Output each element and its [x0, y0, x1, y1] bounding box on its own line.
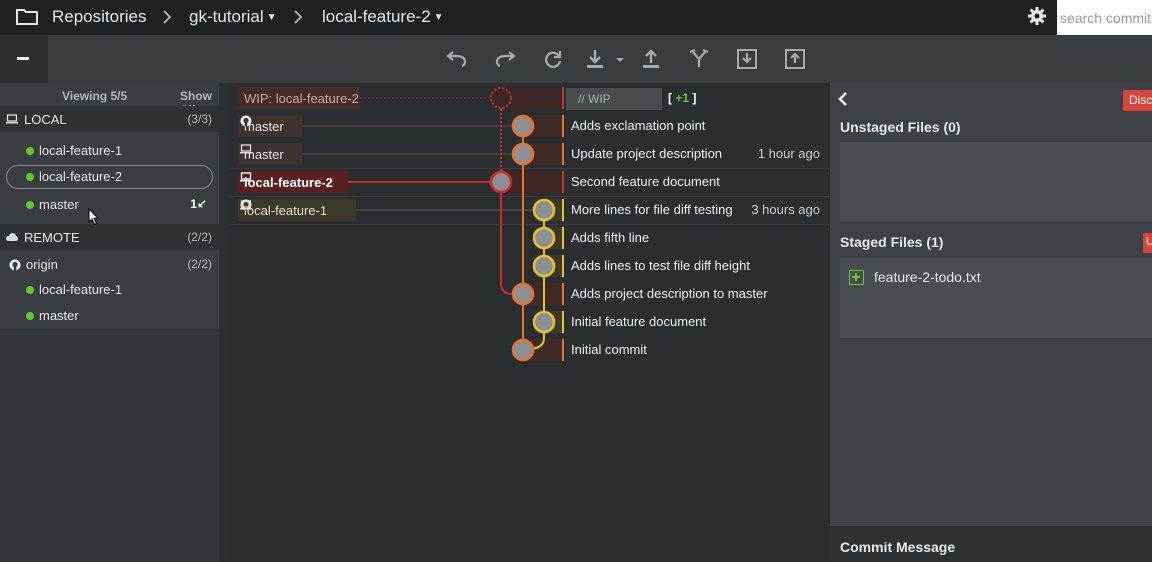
refresh-icon[interactable] — [540, 47, 566, 71]
search-input[interactable] — [1057, 0, 1152, 35]
commit-message[interactable]: Adds exclamation point — [571, 118, 705, 133]
push-icon[interactable] — [638, 47, 664, 71]
laptop-icon — [6, 114, 18, 124]
local-count: (3/3) — [187, 112, 212, 126]
breadcrumb-repositories[interactable]: Repositories — [52, 7, 147, 27]
pull-icon[interactable] — [583, 47, 627, 71]
ref-master-local[interactable]: master — [240, 143, 284, 165]
ref-local-feature-1[interactable]: local-feature-1 — [240, 199, 327, 221]
unstaged-files-heading: Unstaged Files (0) — [840, 119, 961, 135]
breadcrumb-repo[interactable]: gk-tutorial ▼ — [189, 7, 277, 27]
undo-icon[interactable] — [444, 47, 470, 71]
left-panel: Viewing 5/5 Show All LOCAL (3/3) local-f… — [0, 83, 230, 562]
commit-message[interactable]: Initial feature document — [571, 314, 706, 329]
local-branch-master[interactable]: master 1↙ — [0, 193, 219, 217]
remote-label: REMOTE — [24, 230, 80, 245]
commit-message[interactable]: Second feature document — [571, 174, 720, 189]
gear-icon[interactable] — [1027, 6, 1047, 26]
right-panel: Disc Unstaged Files (0) Staged Files (1)… — [830, 83, 1152, 562]
commit-time: 3 hours ago — [751, 202, 820, 217]
stash-icon[interactable] — [734, 47, 760, 71]
commit-graph[interactable]: WIP: local-feature-2 master master local… — [230, 83, 830, 562]
minus-icon — [17, 57, 29, 60]
branch-icon[interactable] — [686, 47, 712, 71]
cloud-icon — [6, 233, 18, 241]
chevron-right-icon — [163, 10, 172, 24]
wip-file-count: [ +1 ] — [668, 91, 697, 105]
chevron-right-icon — [294, 10, 303, 24]
scrollbar[interactable] — [219, 83, 230, 562]
file-added-icon — [849, 270, 864, 285]
commit-message[interactable]: More lines for file diff testing — [571, 202, 733, 217]
pop-stash-icon[interactable] — [782, 47, 808, 71]
ref-master-remote[interactable]: master — [240, 115, 284, 137]
commit-message[interactable]: Adds project description to master — [571, 286, 768, 301]
remote-section-header[interactable]: REMOTE (2/2) — [0, 224, 219, 250]
folder-icon[interactable] — [16, 7, 38, 25]
laptop-icon — [240, 144, 252, 154]
unstage-all-button[interactable]: U — [1143, 233, 1152, 253]
remote-branch-master[interactable]: master — [0, 304, 219, 328]
wip-summary-input[interactable]: // WIP — [566, 88, 662, 110]
commit-message[interactable]: Adds fifth line — [571, 230, 649, 245]
local-section-header[interactable]: LOCAL (3/3) — [0, 106, 219, 132]
collapse-sidebar-button[interactable] — [0, 35, 48, 83]
remote-count: (2/2) — [187, 230, 212, 244]
local-label: LOCAL — [24, 112, 67, 127]
remote-branch-local-feature-1[interactable]: local-feature-1 — [0, 278, 219, 302]
commit-time: 1 hour ago — [757, 146, 820, 161]
laptop-icon — [240, 200, 252, 210]
local-branch-local-feature-2[interactable]: local-feature-2 — [0, 165, 219, 189]
mouse-cursor-icon — [88, 208, 100, 226]
viewing-count: Viewing 5/5 — [62, 89, 128, 103]
github-icon — [9, 259, 21, 271]
commit-message-section[interactable]: Commit Message — [830, 526, 1152, 562]
toolbar — [0, 35, 1152, 83]
commit-message[interactable]: Update project description — [571, 146, 722, 161]
chevron-left-icon[interactable] — [837, 92, 849, 106]
commit-message-heading: Commit Message — [840, 539, 956, 555]
breadcrumb-branch[interactable]: local-feature-2 ▼ — [322, 7, 444, 27]
staged-files-heading: Staged Files (1) — [840, 234, 944, 250]
top-bar: Repositories gk-tutorial ▼ local-feature-… — [0, 0, 1152, 35]
remote-origin[interactable]: origin (2/2) — [0, 253, 219, 277]
commit-message[interactable]: Adds lines to test file diff height — [571, 258, 750, 273]
ref-wip[interactable]: WIP: local-feature-2 — [240, 87, 359, 109]
redo-icon[interactable] — [492, 47, 518, 71]
staged-file[interactable]: feature-2-todo.txt — [874, 269, 981, 285]
github-icon — [240, 115, 252, 127]
ahead-behind-badge: 1↙ — [190, 197, 207, 211]
commit-message[interactable]: Initial commit — [571, 342, 647, 357]
local-branch-local-feature-1[interactable]: local-feature-1 — [0, 139, 219, 163]
graph-lines — [238, 87, 564, 362]
ref-local-feature-2[interactable]: local-feature-2 — [240, 171, 333, 193]
laptop-icon — [240, 172, 252, 182]
unstaged-files-list[interactable] — [840, 142, 1152, 221]
discard-button[interactable]: Disc — [1123, 90, 1152, 111]
